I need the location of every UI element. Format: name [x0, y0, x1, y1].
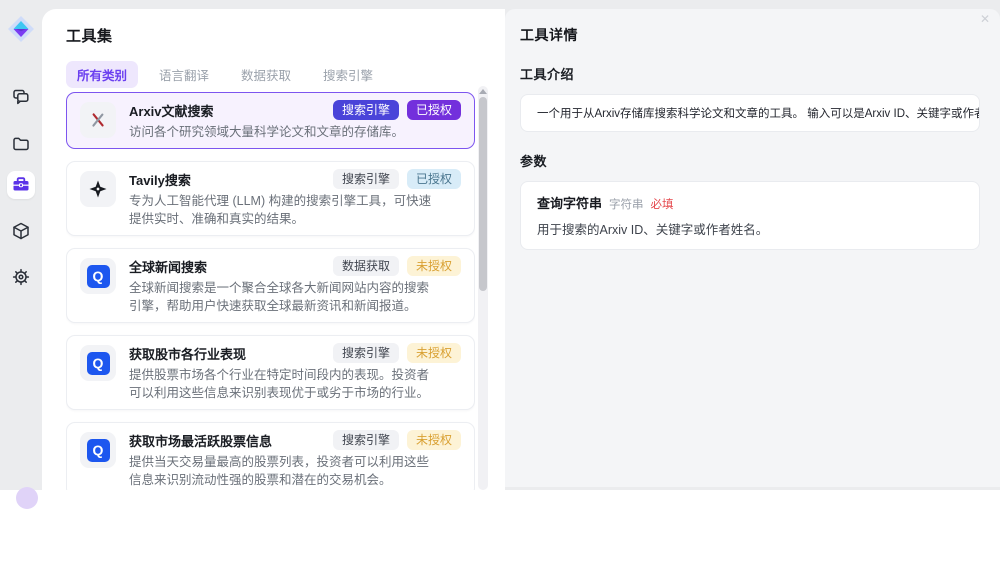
tool-card-body: 获取市场最活跃股票信息 搜索引擎 未授权提供当天交易量最高的股票列表，投资者可以利用…	[129, 430, 461, 489]
tool-description: 专为人工智能代理 (LLM) 构建的搜索引擎工具，可快速提供实时、准确和真实的结…	[129, 194, 432, 226]
tool-icon-box	[80, 171, 116, 207]
tool-badges: 搜索引擎 未授权	[332, 343, 461, 363]
intro-heading: 工具介绍	[520, 67, 575, 82]
tool-description: 全球新闻搜索是一个聚合全球各大新闻网站内容的搜索引擎，帮助用户快速获取全球最新资…	[129, 281, 430, 313]
app-window: 工具集 所有类别 语言翻译 数据获取 搜索引擎 Arxiv文献搜索 搜索引擎 已授权 访问各…	[0, 0, 1000, 563]
sidebar-item-toolbox[interactable]	[12, 176, 30, 194]
tool-card[interactable]: Arxiv文献搜索 搜索引擎 已授权 访问各个研究领域大量科学论文和文章的存储库。	[66, 92, 475, 149]
tool-icon-box: Q	[80, 345, 116, 381]
param-type: 字符串	[609, 199, 644, 211]
tool-name: Tavily搜索	[129, 172, 191, 188]
auth-status-badge: 未授权	[406, 343, 461, 363]
tavily-star-icon	[89, 180, 107, 198]
tool-card[interactable]: Q 获取股市各行业表现 搜索引擎 未授权提供股票市场各个行业在特定时间段内的表现。投资…	[66, 335, 475, 410]
floating-button[interactable]	[16, 487, 38, 509]
tool-badges: 搜索引擎 已授权	[332, 169, 461, 189]
category-badge: 搜索引擎	[332, 430, 399, 450]
category-badge: 搜索引擎	[332, 169, 399, 189]
intro-text: 一个用于从Arxiv存储库搜索科学论文和文章的工具。 输入可以是Arxiv ID…	[537, 108, 980, 120]
app-logo-icon	[8, 16, 34, 42]
arxiv-logo-icon	[92, 113, 104, 127]
tool-card-body: 全球新闻搜索 数据获取 未授权全球新闻搜索是一个聚合全球各大新闻网站内容的搜索引擎，…	[129, 256, 461, 315]
close-icon[interactable]: ✕	[980, 12, 990, 26]
category-badge: 搜索引擎	[332, 343, 399, 363]
tool-card-head: 全球新闻搜索 数据获取 未授权	[129, 256, 461, 276]
intro-card: 一个用于从Arxiv存储库搜索科学论文和文章的工具。 输入可以是Arxiv ID…	[520, 94, 980, 132]
scrollbar-up-arrow-icon[interactable]	[479, 89, 487, 94]
category-badge: 数据获取	[332, 256, 399, 276]
param-required-badge: 必填	[650, 199, 674, 211]
tool-icon-box: Q	[80, 258, 116, 294]
tool-badges: 数据获取 未授权	[332, 256, 461, 276]
param-name: 查询字符串	[537, 196, 603, 211]
auth-status-badge: 未授权	[406, 256, 461, 276]
tool-description: 提供当天交易量最高的股票列表，投资者可以利用这些信息来识别流动性强的股票和潜在的…	[129, 455, 430, 487]
tool-name: 获取股市各行业表现	[129, 346, 247, 362]
tool-card-body: Tavily搜索 搜索引擎 已授权专为人工智能代理 (LLM) 构建的搜索引擎工具，…	[129, 169, 461, 228]
param-head: 查询字符串 字符串 必填	[537, 193, 963, 212]
scrollbar-thumb[interactable]	[479, 97, 487, 291]
tool-card-head: 获取市场最活跃股票信息 搜索引擎 未授权	[129, 430, 461, 450]
cube-icon	[13, 222, 29, 240]
tool-badges: 搜索引擎 未授权	[332, 430, 461, 450]
tool-description: 访问各个研究领域大量科学论文和文章的存储库。	[129, 125, 405, 139]
auth-status-badge: 已授权	[406, 169, 461, 189]
tool-card-head: Tavily搜索 搜索引擎 已授权	[129, 169, 461, 189]
tool-badges: 搜索引擎 已授权	[332, 100, 461, 120]
params-heading: 参数	[520, 154, 548, 169]
chat-icon	[13, 89, 29, 105]
tool-icon-box: Q	[80, 432, 116, 468]
tool-card[interactable]: Tavily搜索 搜索引擎 已授权专为人工智能代理 (LLM) 构建的搜索引擎工具，…	[66, 161, 475, 236]
tool-name: 全球新闻搜索	[129, 259, 208, 275]
tool-card[interactable]: Q 获取市场最活跃股票信息 搜索引擎 未授权提供当天交易量最高的股票列表，投资者可以利…	[66, 422, 475, 490]
category-tabs: 所有类别 语言翻译 数据获取 搜索引擎	[66, 61, 384, 88]
toolbox-icon	[13, 177, 29, 191]
folder-icon	[13, 137, 29, 151]
q-logo-icon: Q	[86, 351, 110, 375]
sidebar-item-plugins[interactable]	[12, 222, 30, 240]
q-logo-icon: Q	[86, 438, 110, 462]
sidebar-item-files[interactable]	[12, 135, 30, 153]
tool-description: 提供股票市场各个行业在特定时间段内的表现。投资者可以利用这些信息来识别表现优于或…	[129, 368, 430, 400]
auth-status-badge: 已授权	[406, 100, 461, 120]
tool-details-panel: ✕ 工具详情 工具介绍 一个用于从Arxiv存储库搜索科学论文和文章的工具。 输…	[505, 9, 1000, 487]
category-tab[interactable]: 搜索引擎	[312, 61, 384, 88]
category-tab[interactable]: 语言翻译	[148, 61, 220, 88]
tool-card-body: 获取股市各行业表现 搜索引擎 未授权提供股票市场各个行业在特定时间段内的表现。投资者…	[129, 343, 461, 402]
category-tab[interactable]: 所有类别	[66, 61, 139, 88]
tool-name: 获取市场最活跃股票信息	[129, 433, 273, 449]
tool-icon-box	[80, 102, 116, 138]
param-card: 查询字符串 字符串 必填用于搜索的Arxiv ID、关键字或作者姓名。	[520, 181, 980, 250]
tool-card-head: Arxiv文献搜索 搜索引擎 已授权	[129, 100, 461, 120]
sidebar-item-settings[interactable]	[12, 268, 30, 286]
tool-card-body: Arxiv文献搜索 搜索引擎 已授权 访问各个研究领域大量科学论文和文章的存储库。	[129, 100, 461, 141]
sidebar-item-chat[interactable]	[12, 88, 30, 106]
page-title: 工具集	[66, 28, 113, 45]
gear-icon	[12, 268, 30, 286]
toolset-panel: 工具集 所有类别 语言翻译 数据获取 搜索引擎 Arxiv文献搜索 搜索引擎 已授权 访问各…	[42, 9, 505, 490]
tool-card-head: 获取股市各行业表现 搜索引擎 未授权	[129, 343, 461, 363]
param-description: 用于搜索的Arxiv ID、关键字或作者姓名。	[537, 223, 769, 237]
sidebar	[0, 0, 42, 490]
tool-list: Arxiv文献搜索 搜索引擎 已授权 访问各个研究领域大量科学论文和文章的存储库。 Ta…	[66, 92, 475, 490]
tool-card[interactable]: Q 全球新闻搜索 数据获取 未授权全球新闻搜索是一个聚合全球各大新闻网站内容的搜索引擎…	[66, 248, 475, 323]
tool-name: Arxiv文献搜索	[129, 103, 214, 119]
param-list: 查询字符串 字符串 必填用于搜索的Arxiv ID、关键字或作者姓名。	[520, 181, 980, 250]
auth-status-badge: 未授权	[406, 430, 461, 450]
details-title: 工具详情	[520, 27, 578, 43]
category-tab[interactable]: 数据获取	[230, 61, 302, 88]
category-badge: 搜索引擎	[332, 100, 399, 120]
q-logo-icon: Q	[86, 264, 110, 288]
